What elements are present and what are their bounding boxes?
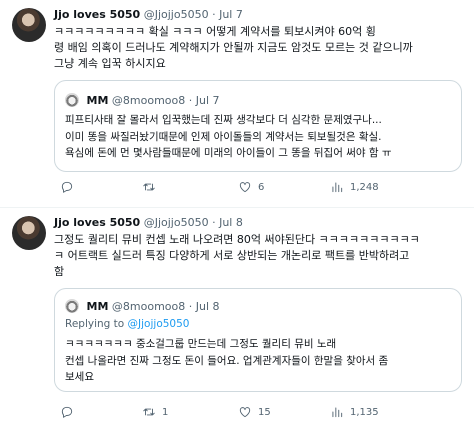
like-button[interactable]: 6: [238, 180, 264, 194]
quote-text-line: 보세요: [65, 371, 94, 383]
tweet-header: Jjo loves 5050 @Jjojjo5050 · Jul 8: [54, 216, 243, 229]
author-name[interactable]: Jjo loves 5050: [54, 216, 140, 229]
tweet-date[interactable]: Jul 8: [219, 216, 243, 229]
tweet-header: Jjo loves 5050 @Jjojjo5050 · Jul 7: [54, 8, 243, 21]
tweet-text-line: ㅋ 어트랙트 실드러 특징 다양하게 서로 상반되는 개논리로 팩트를 반박하려…: [54, 249, 410, 262]
author-name[interactable]: Jjo loves 5050: [54, 8, 140, 21]
quote-author-handle: @8moomoo8: [111, 300, 186, 313]
separator-dot: ·: [188, 94, 193, 107]
tweet-text-line: 함: [54, 265, 65, 278]
like-icon: [239, 407, 251, 418]
tweet-actions: 1 15 1,135: [54, 405, 464, 423]
quoted-tweet[interactable]: MM @8moomoo8 · Jul 8 Replying to @Jjojjo…: [54, 288, 462, 392]
quote-text-line: 피프티사태 잘 몰라서 입꾹했는데 진짜 생각보다 더 심각한 문제였구나...: [65, 114, 382, 126]
replying-to: Replying to @Jjojjo5050: [65, 318, 189, 330]
views-icon: [332, 182, 343, 193]
like-count: 15: [258, 406, 271, 418]
quote-date: Jul 8: [195, 300, 220, 313]
tweet-date[interactable]: Jul 7: [219, 8, 243, 21]
tweet-text-line: ㅋㅋㅋㅋㅋㅋㅋㅋㅋ 확실 ㅋㅋㅋ 어떻게 계약서를 퇴보시켜야 60억 횡: [54, 25, 376, 38]
author-avatar[interactable]: [12, 216, 46, 250]
separator-dot: ·: [212, 8, 216, 21]
replying-to-label: Replying to: [65, 318, 128, 330]
quote-text-line: 욕심에 돈에 먼 몇사람들때문에 미래의 아이들이 그 똥을 뒤집어 써야 함 …: [65, 147, 392, 159]
views-button[interactable]: 1,135: [330, 405, 379, 419]
retweet-count: 1: [162, 406, 169, 418]
views-count: 1,248: [350, 181, 379, 193]
quote-text: ㅋㅋㅋㅋㅋㅋㅋ 중소걸그룹 만드는데 그정도 퀄리티 뮤비 노래 컨셉 나올라면…: [65, 336, 453, 386]
like-button[interactable]: 15: [238, 405, 271, 419]
replying-to-handle[interactable]: @Jjojjo5050: [128, 318, 190, 330]
reply-icon: [61, 181, 73, 193]
quote-text-line: ㅋㅋㅋㅋㅋㅋㅋ 중소걸그룹 만드는데 그정도 퀄리티 뮤비 노래: [65, 338, 337, 350]
quote-text-line: 컨셉 나올라면 진짜 그정도 돈이 들어요. 업계관계자들이 한말을 찾아서 좀: [65, 354, 389, 367]
tweet-text: 그정도 퀄리티 뮤비 컨셉 노래 나오려면 80억 써야된단다 ㅋㅋㅋㅋㅋㅋㅋㅋ…: [54, 232, 464, 280]
retweet-icon: [143, 183, 155, 191]
like-count: 6: [258, 181, 265, 193]
reply-button[interactable]: [60, 180, 80, 194]
reply-button[interactable]: [60, 405, 80, 419]
quote-author-name: MM: [86, 300, 109, 313]
tweet-text: ㅋㅋㅋㅋㅋㅋㅋㅋㅋ 확실 ㅋㅋㅋ 어떻게 계약서를 퇴보시켜야 60억 횡 령 …: [54, 24, 464, 72]
like-icon: [239, 182, 251, 193]
separator-dot: ·: [188, 300, 193, 313]
quote-author-handle: @8moomoo8: [111, 94, 186, 107]
retweet-button[interactable]: 1: [142, 405, 168, 419]
tweet[interactable]: Jjo loves 5050 @Jjojjo5050 · Jul 7 ㅋㅋㅋㅋㅋ…: [0, 0, 474, 208]
quote-header: MM @8moomoo8 · Jul 8: [65, 299, 220, 313]
author-avatar[interactable]: [12, 8, 46, 42]
retweet-button[interactable]: [142, 180, 162, 194]
quote-date: Jul 7: [195, 94, 220, 107]
quote-author-name: MM: [86, 94, 109, 107]
quote-text-line: 이미 똥을 싸질러놨기때문에 인제 아이돌들의 계약서는 퇴보될것은 확실.: [65, 130, 382, 143]
quote-text: 피프티사태 잘 몰라서 입꾹했는데 진짜 생각보다 더 심각한 문제였구나...…: [65, 112, 453, 162]
tweet-text-line: 그정도 퀄리티 뮤비 컨셉 노래 나오려면 80억 써야된단다 ㅋㅋㅋㅋㅋㅋㅋㅋ…: [54, 233, 420, 246]
tweet-text-line: 그냥 계속 입꾹 하시지요: [54, 57, 166, 70]
author-handle[interactable]: @Jjojjo5050: [144, 216, 209, 229]
quoted-tweet[interactable]: MM @8moomoo8 · Jul 7 피프티사태 잘 몰라서 입꾹했는데 진…: [54, 80, 462, 172]
tweet-text-line: 령 배임 의혹이 드러나도 계약해지가 안될까 지금도 암것도 모르는 것 같으…: [54, 41, 413, 54]
tweet-actions: 6 1,248: [54, 180, 464, 198]
tweet[interactable]: Jjo loves 5050 @Jjojjo5050 · Jul 8 그정도 퀄…: [0, 208, 474, 430]
views-count: 1,135: [350, 406, 379, 418]
quote-avatar: [65, 93, 79, 107]
author-handle[interactable]: @Jjojjo5050: [144, 8, 209, 21]
retweet-icon: [143, 408, 155, 416]
views-icon: [332, 407, 343, 418]
reply-icon: [61, 406, 73, 418]
quote-header: MM @8moomoo8 · Jul 7: [65, 93, 220, 107]
quote-avatar: [65, 299, 79, 313]
separator-dot: ·: [212, 216, 216, 229]
views-button[interactable]: 1,248: [330, 180, 379, 194]
